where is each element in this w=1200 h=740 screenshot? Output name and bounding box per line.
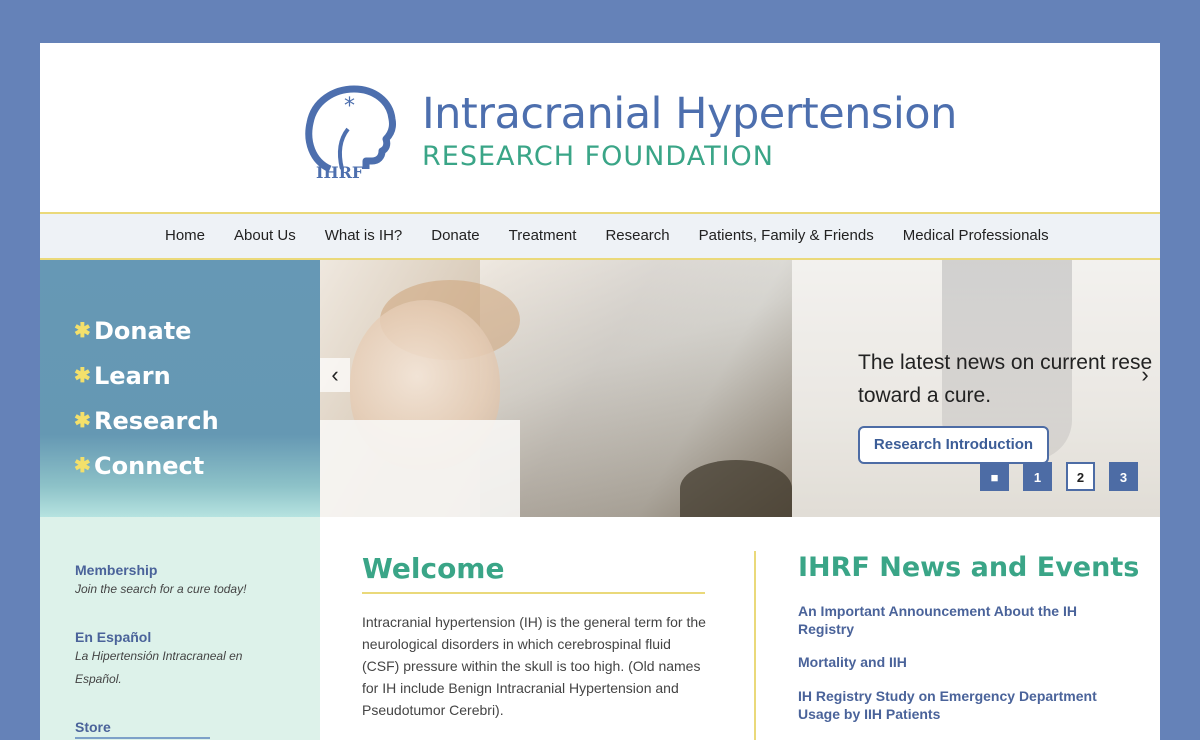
nav-list: Home About Us What is IH? Donate Treatme… — [165, 227, 1078, 244]
svg-text:*: * — [344, 94, 355, 119]
cta-connect[interactable]: ✱ Connect — [74, 443, 219, 488]
site-subtitle[interactable]: RESEARCH FOUNDATION — [422, 141, 774, 172]
slider-dot-3[interactable]: 3 — [1109, 462, 1138, 491]
espanol-block: En Español La Hipertensión Intracraneal … — [75, 629, 242, 691]
nav-donate[interactable]: Donate — [431, 227, 479, 244]
slide-caption: The latest news on current rese toward a… — [858, 346, 1160, 412]
nav-patients-family-friends[interactable]: Patients, Family & Friends — [699, 227, 874, 244]
cta-list: ✱ Donate ✱ Learn ✱ Research ✱ Connect — [74, 308, 219, 488]
slide-caption-line1: The latest news on current rese — [858, 351, 1153, 374]
slider-pause-button[interactable]: ■ — [980, 462, 1009, 491]
ihrf-logo[interactable]: * IHRF — [302, 83, 402, 179]
cta-donate[interactable]: ✱ Donate — [74, 308, 219, 353]
asterisk-icon: ✱ — [74, 410, 91, 432]
news-item[interactable]: IH Registry Study on Emergency Departmen… — [798, 687, 1118, 723]
hero-slider: The latest news on current rese toward a… — [320, 260, 1160, 517]
site-header: * IHRF Intracranial Hypertension RESEARC… — [40, 43, 1160, 212]
news-item[interactable]: Mortality and IIH — [798, 653, 1118, 671]
chevron-left-icon[interactable]: ‹ — [320, 358, 350, 392]
photo-rocks — [680, 460, 792, 517]
cta-label: Research — [94, 406, 219, 435]
research-introduction-button[interactable]: Research Introduction — [858, 426, 1049, 464]
slide-photo — [320, 260, 792, 517]
welcome-heading: Welcome — [362, 552, 505, 585]
store-link[interactable]: Store — [75, 719, 210, 735]
membership-block: Membership Join the search for a cure to… — [75, 562, 246, 601]
cta-label: Connect — [94, 451, 205, 480]
column-divider — [754, 551, 756, 740]
slider-pagination: ■ 1 2 3 — [980, 462, 1152, 491]
store-underline — [75, 737, 210, 739]
nav-medical-professionals[interactable]: Medical Professionals — [903, 227, 1049, 244]
logo-text: IHRF — [316, 163, 364, 179]
nav-treatment[interactable]: Treatment — [509, 227, 577, 244]
membership-desc: Join the search for a cure today! — [75, 582, 247, 596]
nav-home[interactable]: Home — [165, 227, 205, 244]
nav-about-us[interactable]: About Us — [234, 227, 296, 244]
cta-research[interactable]: ✱ Research — [74, 398, 219, 443]
membership-link[interactable]: Membership — [75, 562, 246, 578]
news-heading: IHRF News and Events — [798, 552, 1140, 583]
espanol-desc-line2: Español. — [75, 672, 122, 686]
slider-dot-2[interactable]: 2 — [1066, 462, 1095, 491]
main-nav: Home About Us What is IH? Donate Treatme… — [40, 212, 1160, 260]
slider-dot-1[interactable]: 1 — [1023, 462, 1052, 491]
sidebar-links: Membership Join the search for a cure to… — [40, 517, 320, 740]
slide-caption-line2: toward a cure. — [858, 384, 992, 407]
espanol-desc-line1: La Hipertensión Intracraneal en — [75, 649, 243, 663]
cta-label: Learn — [94, 361, 171, 390]
chevron-right-icon[interactable]: › — [1130, 358, 1160, 392]
asterisk-icon: ✱ — [74, 455, 91, 477]
news-item[interactable]: An Important Announcement About the IH R… — [798, 602, 1118, 638]
site-title[interactable]: Intracranial Hypertension — [422, 89, 957, 139]
asterisk-icon: ✱ — [74, 365, 91, 387]
cta-learn[interactable]: ✱ Learn — [74, 353, 219, 398]
welcome-rule — [362, 592, 705, 594]
espanol-link[interactable]: En Español — [75, 629, 242, 645]
asterisk-icon: ✱ — [74, 320, 91, 342]
cta-label: Donate — [94, 316, 192, 345]
nav-what-is-ih[interactable]: What is IH? — [325, 227, 403, 244]
store-block: Store — [75, 719, 210, 739]
nav-research[interactable]: Research — [605, 227, 669, 244]
cta-panel: ✱ Donate ✱ Learn ✱ Research ✱ Connect — [40, 260, 320, 517]
page-container: * IHRF Intracranial Hypertension RESEARC… — [40, 43, 1160, 740]
photo-shirt — [320, 420, 520, 517]
welcome-text: Intracranial hypertension (IH) is the ge… — [362, 614, 706, 718]
